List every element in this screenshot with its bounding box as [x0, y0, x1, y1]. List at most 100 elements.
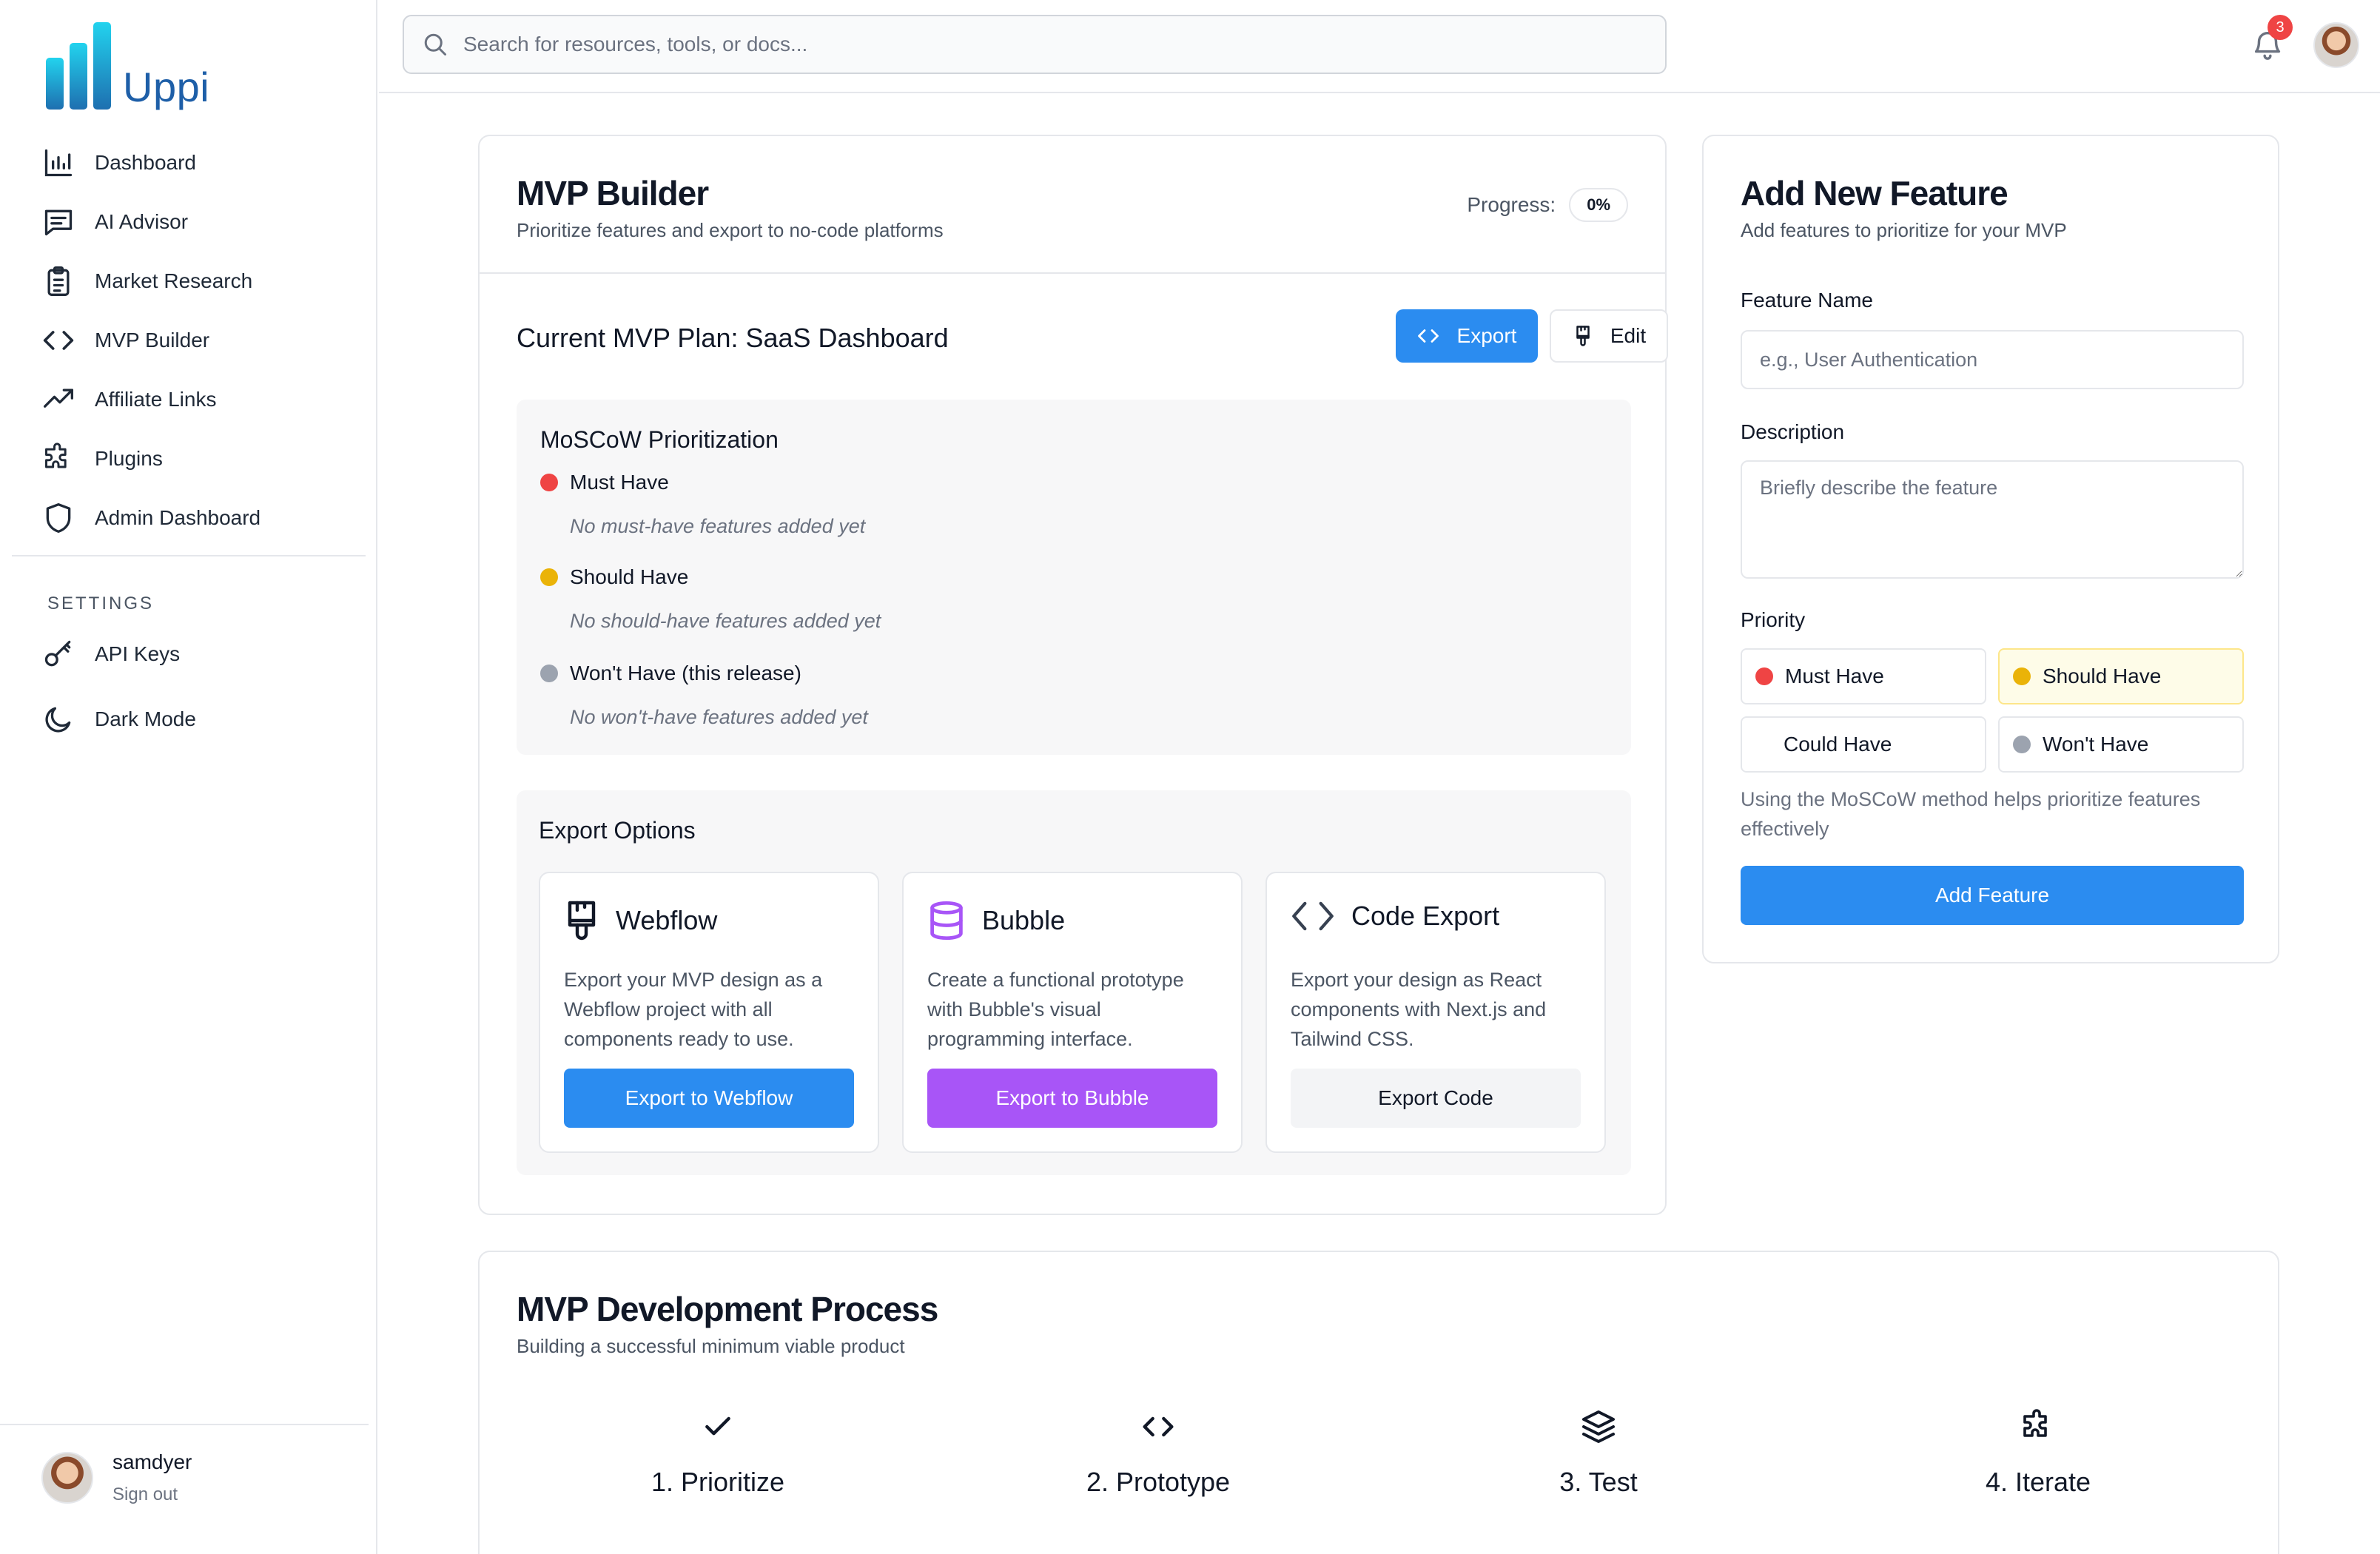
sidebar-item-admin-dashboard[interactable]: Admin Dashboard — [0, 488, 377, 548]
edit-button[interactable]: Edit — [1550, 309, 1668, 363]
process-step-test: 3. Test — [1450, 1405, 1747, 1498]
search-icon — [424, 33, 446, 56]
webflow-description: Export your MVP design as a Webflow proj… — [564, 969, 823, 1050]
top-bar: 3 — [379, 0, 2380, 93]
priority-option-label: Could Have — [1784, 733, 1892, 756]
bubble-card: Bubble Create a functional prototype wit… — [902, 872, 1243, 1153]
logo-bars-icon — [46, 22, 111, 110]
webflow-card: Webflow Export your MVP design as a Webf… — [539, 872, 879, 1153]
process-step-iterate: 4. Iterate — [1890, 1405, 2186, 1498]
feature-name-input[interactable] — [1741, 330, 2244, 389]
priority-option-label: Should Have — [2043, 665, 2162, 687]
user-profile: samdyer Sign out — [41, 1450, 192, 1505]
sidebar-item-label: Dashboard — [95, 151, 196, 174]
priority-option-could-have[interactable]: Could Have — [1741, 716, 1986, 773]
add-feature-subtitle: Add features to prioritize for your MVP — [1741, 219, 2067, 241]
sidebar-item-dark-mode[interactable]: Dark Mode — [0, 687, 377, 752]
yellow-dot-icon — [2013, 667, 2031, 685]
add-feature-card: Add New Feature Add features to prioriti… — [1702, 135, 2279, 963]
export-to-bubble-button[interactable]: Export to Bubble — [927, 1069, 1217, 1128]
sidebar-item-label: API Keys — [95, 642, 181, 665]
sidebar-item-ai-advisor[interactable]: AI Advisor — [0, 192, 377, 252]
moscow-wont-label: Won't Have (this release) — [570, 662, 801, 684]
process-step-label: 2. Prototype — [1086, 1467, 1231, 1497]
progress-indicator: Progress: 0% — [1467, 188, 1628, 222]
export-button[interactable]: Export — [1396, 309, 1538, 363]
sidebar: Uppi Dashboard AI Advisor Market Researc… — [0, 0, 377, 1554]
user-name: samdyer — [112, 1450, 192, 1473]
sidebar-item-market-research[interactable]: Market Research — [0, 252, 377, 311]
process-step-label: 4. Iterate — [1985, 1467, 2091, 1497]
sidebar-item-mvp-builder[interactable]: MVP Builder — [0, 311, 377, 370]
sidebar-nav: Dashboard AI Advisor Market Research MVP… — [0, 133, 377, 548]
description-label: Description — [1741, 420, 1845, 443]
progress-badge: 0% — [1569, 188, 1628, 222]
add-feature-button[interactable]: Add Feature — [1741, 866, 2244, 925]
moon-icon — [41, 702, 75, 736]
database-icon — [930, 901, 963, 941]
sidebar-divider — [12, 555, 366, 556]
sidebar-item-label: MVP Builder — [95, 329, 210, 352]
sidebar-item-label: Admin Dashboard — [95, 506, 261, 529]
moscow-wont-have: Won't Have (this release) No won't-have … — [540, 662, 868, 729]
notification-badge: 3 — [2268, 15, 2293, 40]
sidebar-item-api-keys[interactable]: API Keys — [0, 622, 377, 687]
moscow-should-empty: No should-have features added yet — [570, 610, 881, 632]
mvp-builder-card: MVP Builder Prioritize features and expo… — [478, 135, 1668, 1215]
process-step-label: 3. Test — [1559, 1467, 1638, 1497]
sign-out-link[interactable]: Sign out — [112, 1484, 192, 1505]
moscow-must-label: Must Have — [570, 471, 669, 494]
edit-button-label: Edit — [1610, 324, 1647, 347]
moscow-must-have: Must Have No must-have features added ye… — [540, 471, 865, 538]
gray-dot-icon — [540, 665, 558, 682]
avatar[interactable] — [2313, 22, 2359, 68]
moscow-wont-empty: No won't-have features added yet — [570, 706, 868, 728]
code-icon — [41, 323, 75, 357]
process-step-label: 1. Prioritize — [651, 1467, 785, 1497]
sidebar-item-label: Market Research — [95, 269, 253, 292]
export-to-webflow-button[interactable]: Export to Webflow — [564, 1069, 854, 1128]
sidebar-item-label: AI Advisor — [95, 210, 189, 233]
process-step-prototype: 2. Prototype — [1010, 1405, 1306, 1498]
export-options-title: Export Options — [539, 817, 696, 844]
settings-nav: API Keys Dark Mode — [0, 622, 377, 752]
sidebar-item-dashboard[interactable]: Dashboard — [0, 133, 377, 192]
sidebar-item-plugins[interactable]: Plugins — [0, 429, 377, 488]
avatar[interactable] — [41, 1452, 93, 1504]
bubble-description: Create a functional prototype with Bubbl… — [927, 969, 1184, 1050]
feature-name-label: Feature Name — [1741, 289, 1873, 312]
user-meta: samdyer Sign out — [112, 1450, 192, 1505]
code-export-description: Export your design as React components w… — [1291, 969, 1547, 1050]
description-textarea[interactable] — [1741, 460, 2244, 579]
bubble-title: Bubble — [982, 905, 1066, 935]
moscow-title: MoSCoW Prioritization — [540, 426, 779, 453]
gray-dot-icon — [2013, 736, 2031, 753]
app-root: Uppi Dashboard AI Advisor Market Researc… — [0, 0, 2380, 1554]
shield-icon — [41, 501, 75, 535]
chat-icon — [41, 205, 75, 239]
code-icon — [1292, 901, 1334, 931]
plan-row: Current MVP Plan: SaaS Dashboard Export … — [517, 309, 1668, 366]
priority-option-label: Won't Have — [2043, 733, 2149, 756]
search-input[interactable] — [463, 33, 1573, 56]
red-dot-icon — [1755, 667, 1773, 685]
webflow-title: Webflow — [616, 905, 718, 935]
sidebar-item-label: Dark Mode — [95, 707, 196, 730]
paintbrush-icon — [568, 901, 596, 941]
priority-option-wont-have[interactable]: Won't Have — [1998, 716, 2244, 773]
logo[interactable]: Uppi — [41, 21, 209, 112]
sidebar-item-label: Affiliate Links — [95, 388, 217, 411]
sidebar-item-affiliate-links[interactable]: Affiliate Links — [0, 370, 377, 429]
page-title: MVP Builder — [517, 174, 709, 212]
moscow-must-empty: No must-have features added yet — [570, 515, 866, 537]
bar-chart-icon — [41, 146, 75, 180]
export-code-button[interactable]: Export Code — [1291, 1069, 1581, 1128]
priority-option-must-have[interactable]: Must Have — [1741, 648, 1986, 704]
moscow-should-have: Should Have No should-have features adde… — [540, 565, 881, 633]
process-step-prioritize: 1. Prioritize — [570, 1405, 866, 1498]
priority-option-should-have[interactable]: Should Have — [1998, 648, 2244, 704]
sidebar-item-label: Plugins — [95, 447, 163, 470]
check-icon — [570, 1405, 866, 1449]
export-button-label: Export — [1456, 324, 1517, 347]
process-title: MVP Development Process — [517, 1290, 938, 1328]
